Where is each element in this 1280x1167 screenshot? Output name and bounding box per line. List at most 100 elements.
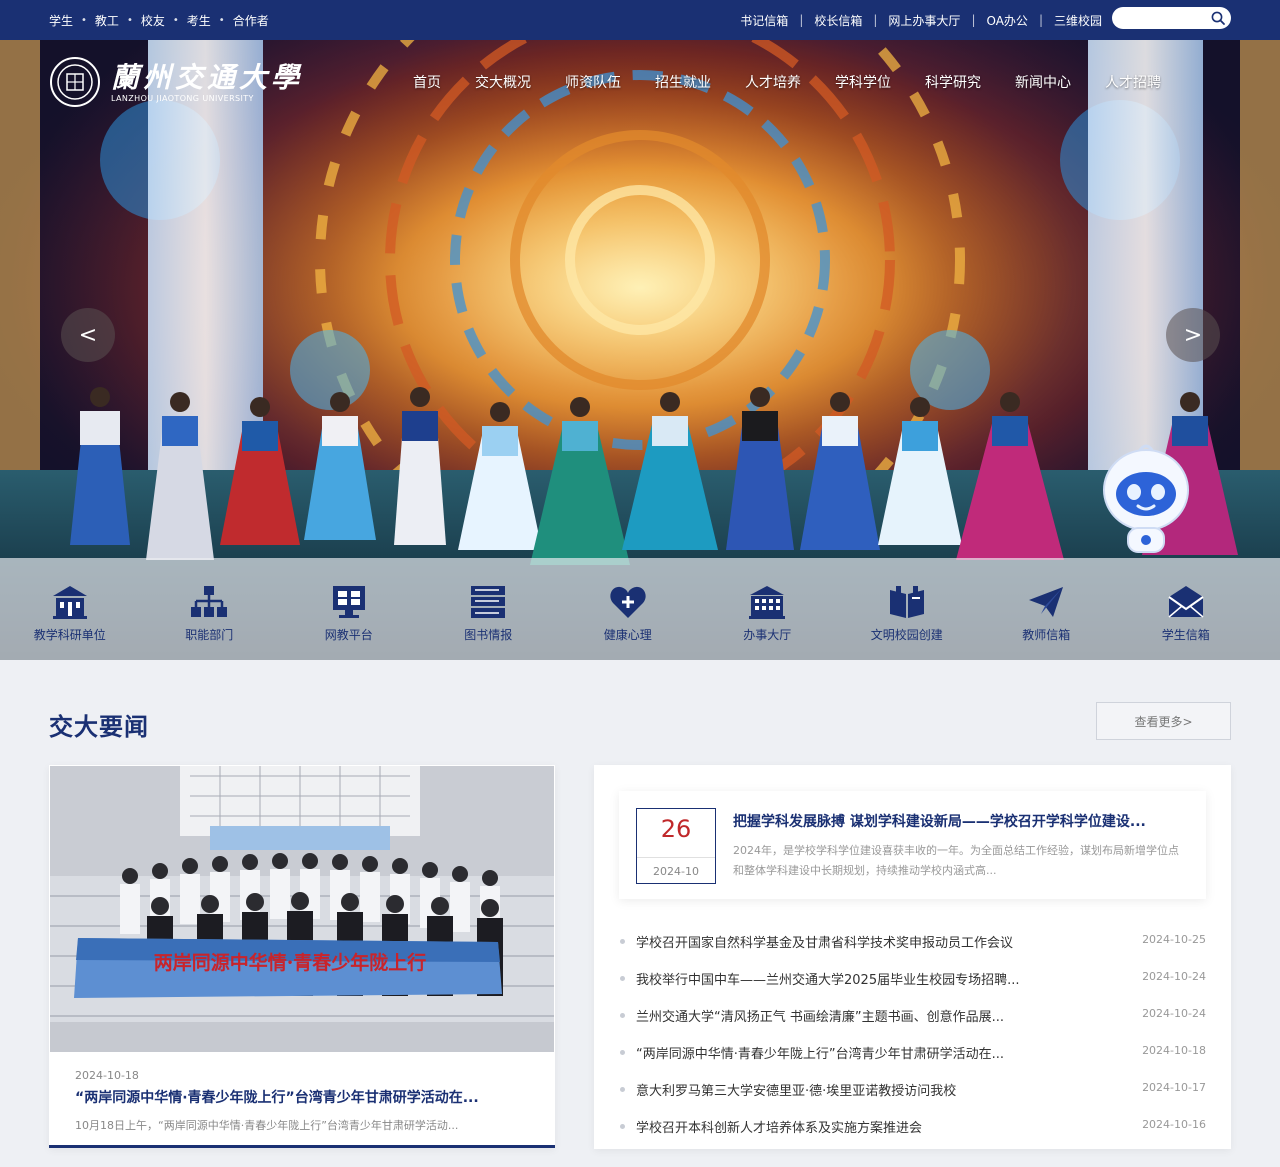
oa-office-link[interactable]: OA办公 (986, 12, 1027, 29)
news-item-date: 2024-10-16 (1142, 1118, 1206, 1131)
featured-news-card[interactable]: 两岸同源中华情·青春少年陇上行 2024-10-18 “两岸同源中华情·青春少年… (49, 765, 555, 1148)
org-chart-icon (191, 586, 228, 617)
audience-link-alumni[interactable]: 校友 (141, 12, 165, 29)
news-item-title[interactable]: 意大利罗马第三大学安德里亚·德·埃里亚诺教授访问我校 (636, 1080, 1056, 1099)
separator-bar: | (799, 13, 804, 27)
building-icon (52, 586, 87, 619)
news-item-title[interactable]: 学校召开国家自然科学基金及甘肃省科学技术奖申报动员工作会议 (636, 932, 1056, 951)
quicklink-online-education[interactable]: 网教平台 (279, 558, 419, 660)
main-navigation: 首页 交大概况 师资队伍 招生就业 人才培养 学科学位 科学研究 新闻中心 人才… (396, 72, 1178, 92)
featured-news-date: 2024-10-18 (75, 1069, 139, 1082)
carousel-prev-button[interactable]: < (61, 308, 115, 362)
nav-recruitment[interactable]: 人才招聘 (1088, 72, 1178, 92)
top-news-day: 26 (660, 815, 692, 843)
nav-research[interactable]: 科学研究 (908, 72, 998, 92)
monitor-icon (332, 586, 365, 618)
bullet-dot (620, 1124, 625, 1129)
nav-home[interactable]: 首页 (396, 72, 458, 92)
audience-link-partners[interactable]: 合作者 (233, 12, 269, 29)
online-service-hall-link[interactable]: 网上办事大厅 (888, 12, 960, 29)
news-item-title[interactable]: 兰州交通大学“清风扬正气 书画绘清廉”主题书画、创意作品展... (636, 1006, 1056, 1025)
list-item[interactable]: 兰州交通大学“清风扬正气 书画绘清廉”主题书画、创意作品展... 2024-10… (619, 997, 1206, 1034)
search-box (1112, 7, 1231, 29)
separator-bar: | (971, 13, 976, 27)
quicklink-teaching-units[interactable]: 教学科研单位 (0, 558, 140, 660)
search-icon[interactable] (1210, 10, 1226, 26)
top-news-item[interactable]: 26 2024-10 把握学科发展脉搏 谋划学科建设新局——学校召开学科学位建设… (619, 791, 1206, 899)
top-utility-bar: 学生 • 教工 • 校友 • 考生 • 合作者 书记信箱 | 校长信箱 | 网上… (0, 0, 1280, 40)
logo-chinese-name: 蘭州交通大學 (111, 60, 304, 94)
quicklink-student-mailbox[interactable]: 学生信箱 (1116, 558, 1256, 660)
search-input[interactable] (1120, 9, 1210, 27)
list-item[interactable]: 学校召开国家自然科学基金及甘肃省科学技术奖申报动员工作会议 2024-10-25 (619, 923, 1206, 960)
quicklink-departments[interactable]: 职能部门 (140, 558, 280, 660)
envelope-icon (1168, 586, 1204, 618)
news-item-date: 2024-10-24 (1142, 1007, 1206, 1020)
nav-admissions-employment[interactable]: 招生就业 (638, 72, 728, 92)
audience-link-applicants[interactable]: 考生 (187, 12, 211, 29)
heart-plus-icon (610, 586, 646, 618)
top-news-title[interactable]: 把握学科发展脉搏 谋划学科建设新局——学校召开学科学位建设... (733, 811, 1183, 831)
news-list-panel: 26 2024-10 把握学科发展脉搏 谋划学科建设新局——学校召开学科学位建设… (594, 765, 1231, 1149)
top-news-year-month: 2024-10 (653, 865, 699, 878)
audience-link-staff[interactable]: 教工 (95, 12, 119, 29)
list-item[interactable]: “两岸同源中华情·青春少年陇上行”台湾青少年甘肃研学活动在... 2024-10… (619, 1034, 1206, 1071)
bullet-dot (620, 939, 625, 944)
quicklink-mental-health[interactable]: 健康心理 (558, 558, 698, 660)
secretary-mailbox-link[interactable]: 书记信箱 (740, 12, 788, 29)
news-item-date: 2024-10-24 (1142, 970, 1206, 983)
top-news-summary: 2024年，是学校学科学位建设喜获丰收的一年。为全面总结工作经验，谋划布局新增学… (733, 844, 1179, 877)
university-logo[interactable]: 蘭州交通大學 LANZHOU JIAOTONG UNIVERSITY (49, 56, 303, 108)
view-more-button[interactable]: 查看更多> (1096, 702, 1231, 740)
list-item[interactable]: 我校举行中国中车——兰州交通大学2025届毕业生校园专场招聘... 2024-1… (619, 960, 1206, 997)
hero-carousel: 蘭州交通大學 LANZHOU JIAOTONG UNIVERSITY 首页 交大… (0, 40, 1280, 660)
quick-links-bar: 教学科研单位 职能部门 网教平台 图书情报 健康心理 办事大厅 文明校园创建 教… (0, 558, 1280, 660)
logo-english-name: LANZHOU JIAOTONG UNIVERSITY (111, 93, 254, 103)
utility-links: 书记信箱 | 校长信箱 | 网上办事大厅 | OA办公 | 三维校园 (740, 0, 1102, 40)
news-item-title[interactable]: 学校召开本科创新人才培养体系及实施方案推进会 (636, 1117, 1056, 1136)
university-seal-icon (50, 57, 100, 107)
nav-news-center[interactable]: 新闻中心 (998, 72, 1088, 92)
list-item[interactable]: 意大利罗马第三大学安德里亚·德·埃里亚诺教授访问我校 2024-10-17 (619, 1071, 1206, 1108)
campus-book-icon (889, 586, 924, 618)
separator-dot: • (172, 14, 179, 26)
president-mailbox-link[interactable]: 校长信箱 (814, 12, 862, 29)
news-item-date: 2024-10-18 (1142, 1044, 1206, 1057)
quicklink-service-hall[interactable]: 办事大厅 (698, 558, 838, 660)
bullet-dot (620, 1087, 625, 1092)
news-item-date: 2024-10-17 (1142, 1081, 1206, 1094)
quicklink-civilized-campus[interactable]: 文明校园创建 (837, 558, 977, 660)
news-item-title[interactable]: “两岸同源中华情·青春少年陇上行”台湾青少年甘肃研学活动在... (636, 1043, 1056, 1062)
separator-bar: | (873, 13, 878, 27)
nav-faculty[interactable]: 师资队伍 (548, 72, 638, 92)
separator-dot: • (81, 14, 87, 26)
separator-dot: • (218, 14, 225, 26)
section-title-news: 交大要闻 (49, 713, 149, 741)
nav-disciplines[interactable]: 学科学位 (818, 72, 908, 92)
audience-link-students[interactable]: 学生 (49, 12, 73, 29)
news-item-title[interactable]: 我校举行中国中车——兰州交通大学2025届毕业生校园专场招聘... (636, 969, 1056, 988)
news-list: 学校召开国家自然科学基金及甘肃省科学技术奖申报动员工作会议 2024-10-25… (619, 923, 1206, 1145)
bullet-dot (620, 1013, 625, 1018)
hall-icon (749, 586, 786, 619)
top-news-date-box: 26 2024-10 (636, 808, 716, 884)
3d-campus-link[interactable]: 三维校园 (1054, 12, 1102, 29)
paper-plane-icon (1029, 587, 1064, 617)
nav-about[interactable]: 交大概况 (458, 72, 548, 92)
separator-bar: | (1038, 13, 1043, 27)
robot-assistant-icon[interactable] (1100, 444, 1192, 556)
group-photo-image: 两岸同源中华情·青春少年陇上行 (50, 766, 554, 1052)
separator-dot: • (126, 14, 133, 26)
list-item[interactable]: 学校召开本科创新人才培养体系及实施方案推进会 2024-10-16 (619, 1108, 1206, 1145)
quicklink-library[interactable]: 图书情报 (419, 558, 559, 660)
quicklink-teacher-mailbox[interactable]: 教师信箱 (977, 558, 1117, 660)
audience-links: 学生 • 教工 • 校友 • 考生 • 合作者 (49, 0, 269, 40)
carousel-next-button[interactable]: > (1166, 308, 1220, 362)
featured-news-photo: 两岸同源中华情·青春少年陇上行 (50, 766, 554, 1052)
news-item-date: 2024-10-25 (1142, 933, 1206, 946)
bullet-dot (620, 1050, 625, 1055)
nav-education[interactable]: 人才培养 (728, 72, 818, 92)
books-icon (471, 586, 506, 618)
bullet-dot (620, 976, 625, 981)
featured-news-title[interactable]: “两岸同源中华情·青春少年陇上行”台湾青少年甘肃研学活动在... (75, 1087, 535, 1107)
